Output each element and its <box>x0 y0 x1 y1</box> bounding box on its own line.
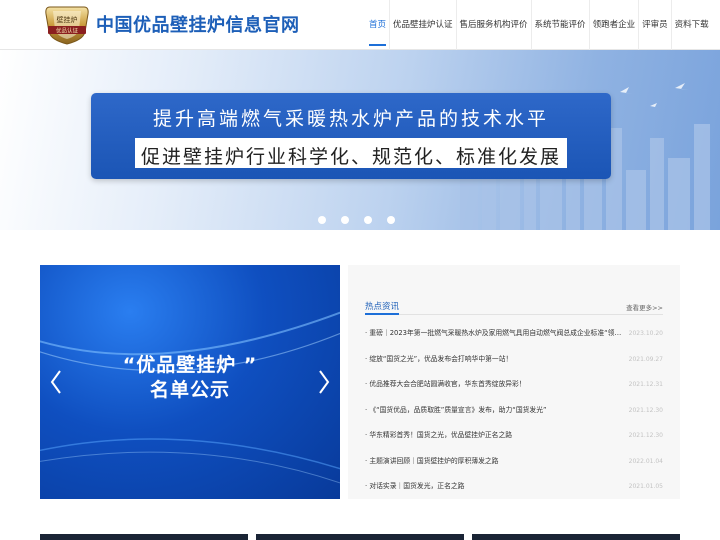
nav-leader-enterprises[interactable]: 领跑者企业 <box>588 0 639 50</box>
promo-title: “优品壁挂炉 ” 名单公示 <box>40 353 340 403</box>
site-title[interactable]: 中国优品壁挂炉信息官网 <box>96 11 300 37</box>
certification-logo[interactable]: 壁挂炉 优品认证 <box>42 4 92 46</box>
news-divider <box>365 314 663 315</box>
news-item-date: 2021.12.30 <box>628 432 663 439</box>
promo-carousel[interactable]: “优品壁挂炉 ” 名单公示 <box>40 265 340 499</box>
nav-after-sales-evaluation[interactable]: 售后服务机构评价 <box>455 0 531 50</box>
news-item-date: 2021.12.31 <box>628 381 663 388</box>
banner-slogan-line2-box: 促进壁挂炉行业科学化、规范化、标准化发展 <box>135 138 567 168</box>
news-item[interactable]: · 重磅｜2023年第一批燃气采暖热水炉及家用燃气具用自动燃气阀总成企业标准“领… <box>365 321 663 347</box>
news-item-date: 2023.10.20 <box>628 330 663 337</box>
news-item-date: 2022.01.04 <box>628 457 663 465</box>
news-item-date: 2021.12.30 <box>628 406 663 414</box>
nav-certification[interactable]: 优品壁挂炉认证 <box>389 0 456 50</box>
news-item[interactable]: · 《“国货优品，品质取胜”质量宣言》发布，助力“国货发光” 2021.12.30 <box>365 398 663 424</box>
main-nav: 首页 优品壁挂炉认证 售后服务机构评价 系统节能评价 领跑者企业 评审员 资料下… <box>366 0 712 50</box>
news-item-title[interactable]: · 主题演讲回顾｜国货壁挂炉的厚积薄发之路 <box>365 449 627 475</box>
news-item[interactable]: · 对话实录｜国货发光，正名之路 2021.01.05 <box>365 474 663 500</box>
nav-reviewers[interactable]: 评审员 <box>638 0 671 50</box>
logo-badge-text: 壁挂炉 <box>57 15 78 24</box>
nav-home[interactable]: 首页 <box>366 0 389 50</box>
news-item-title[interactable]: · 对话实录｜国货发光，正名之路 <box>365 474 627 500</box>
banner-slogan-line2: 促进壁挂炉行业科学化、规范化、标准化发展 <box>140 146 561 168</box>
hero-banner[interactable]: 提升高端燃气采暖热水炉产品的技术水平 促进壁挂炉行业科学化、规范化、标准化发展 <box>0 50 720 230</box>
nav-downloads[interactable]: 资料下载 <box>670 0 712 50</box>
hot-news-panel: 热点资讯 查看更多>> · 重磅｜2023年第一批燃气采暖热水炉及家用燃气具用自… <box>348 265 680 499</box>
news-heading-accent <box>365 313 399 315</box>
promo-title-line2: 名单公示 <box>149 379 230 401</box>
banner-dot-4[interactable] <box>387 216 395 224</box>
bottom-thumbnail-1[interactable] <box>40 534 248 540</box>
news-item-title[interactable]: · 重磅｜2023年第一批燃气采暖热水炉及家用燃气具用自动燃气阀总成企业标准“领… <box>365 321 627 347</box>
news-more-link[interactable]: 查看更多>> <box>626 302 663 312</box>
bottom-thumbnail-2[interactable] <box>256 534 464 540</box>
news-item-title[interactable]: · 华东精彩首秀！国货之光，优品壁挂炉正名之路 <box>365 423 627 449</box>
nav-energy-saving-evaluation[interactable]: 系统节能评价 <box>530 0 589 50</box>
news-item-date: 2021.09.27 <box>628 355 663 363</box>
banner-dot-1[interactable] <box>318 216 326 224</box>
chevron-left-icon[interactable] <box>48 368 64 396</box>
site-header: 壁挂炉 优品认证 中国优品壁挂炉信息官网 首页 优品壁挂炉认证 售后服务机构评价… <box>0 0 720 50</box>
promo-title-line1: “优品壁挂炉 ” <box>122 354 258 376</box>
banner-pagination <box>318 216 395 224</box>
news-item[interactable]: · 优品推荐大会合肥站圆满收官，华东首秀绽放异彩！ 2021.12.31 <box>365 372 663 398</box>
banner-slogan-panel: 提升高端燃气采暖热水炉产品的技术水平 促进壁挂炉行业科学化、规范化、标准化发展 <box>91 93 611 179</box>
news-heading: 热点资讯 <box>365 302 400 312</box>
news-item-title[interactable]: · 优品推荐大会合肥站圆满收官，华东首秀绽放异彩！ <box>365 372 627 398</box>
banner-dot-2[interactable] <box>341 216 349 224</box>
logo-badge-ribbon: 优品认证 <box>56 27 79 35</box>
chevron-right-icon[interactable] <box>316 368 332 396</box>
banner-dot-3[interactable] <box>364 216 372 224</box>
news-item[interactable]: · 华东精彩首秀！国货之光，优品壁挂炉正名之路 2021.12.30 <box>365 423 663 449</box>
news-item-title[interactable]: · 绽放“国货之光”，优品发布会打响华中第一站！ <box>365 347 627 373</box>
news-item-date: 2021.01.05 <box>628 483 663 490</box>
news-item[interactable]: · 绽放“国货之光”，优品发布会打响华中第一站！ 2021.09.27 <box>365 347 663 373</box>
news-item[interactable]: · 主题演讲回顾｜国货壁挂炉的厚积薄发之路 2022.01.04 <box>365 449 663 475</box>
news-list: · 重磅｜2023年第一批燃气采暖热水炉及家用燃气具用自动燃气阀总成企业标准“领… <box>365 321 663 500</box>
news-item-title[interactable]: · 《“国货优品，品质取胜”质量宣言》发布，助力“国货发光” <box>365 398 627 424</box>
bottom-thumbnail-3[interactable] <box>472 534 680 540</box>
banner-slogan-line1: 提升高端燃气采暖热水炉产品的技术水平 <box>152 108 549 130</box>
